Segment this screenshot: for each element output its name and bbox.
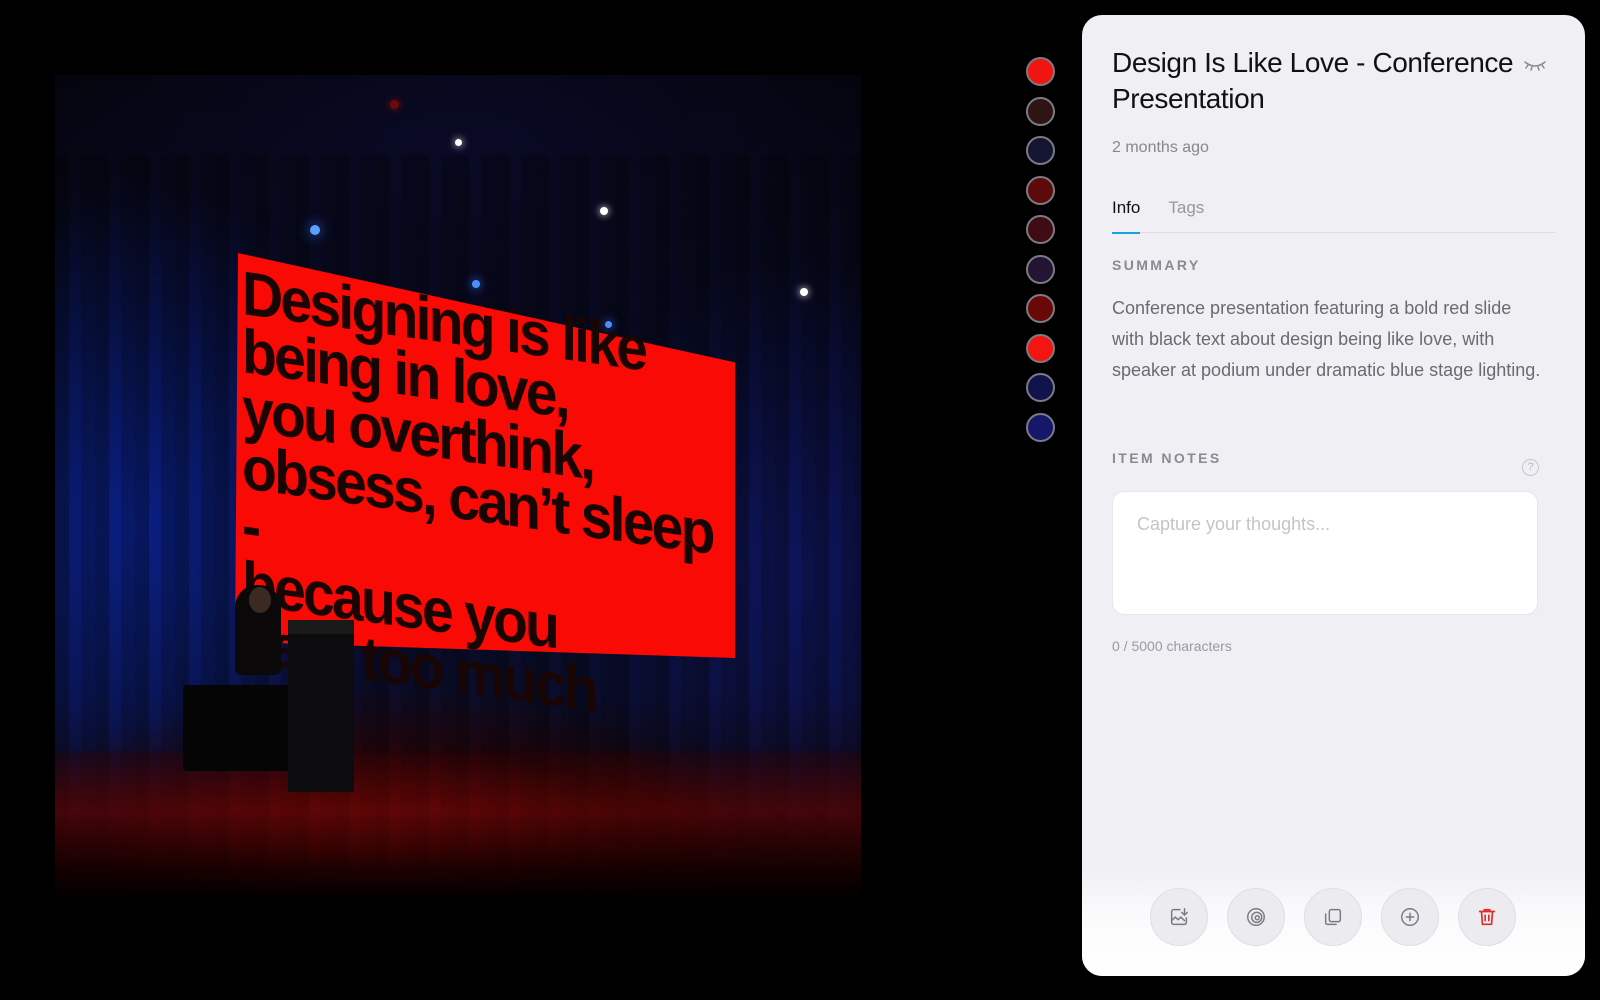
tab-info[interactable]: Info bbox=[1112, 191, 1141, 234]
stage-light bbox=[390, 100, 399, 109]
main-photo[interactable]: Designing is like being in love, you ove… bbox=[55, 75, 861, 901]
delete-button[interactable] bbox=[1458, 888, 1516, 946]
action-bar bbox=[1150, 888, 1516, 946]
spiral-icon bbox=[1247, 908, 1265, 926]
similar-button[interactable] bbox=[1227, 888, 1285, 946]
color-swatch[interactable] bbox=[1026, 294, 1055, 323]
color-swatch[interactable] bbox=[1026, 254, 1055, 284]
color-swatch[interactable] bbox=[1026, 333, 1055, 363]
stage-light bbox=[600, 207, 608, 215]
app-stage: Designing is like being in love, you ove… bbox=[0, 0, 1600, 1000]
color-swatch[interactable] bbox=[1026, 175, 1055, 205]
item-notes-input[interactable] bbox=[1112, 491, 1538, 615]
stage-floor bbox=[55, 751, 861, 901]
stage-light bbox=[455, 139, 462, 146]
stage-light bbox=[800, 288, 808, 296]
stage-light bbox=[472, 280, 480, 288]
color-swatch[interactable] bbox=[1026, 136, 1055, 165]
color-swatch[interactable] bbox=[1026, 96, 1055, 126]
side-table bbox=[183, 685, 295, 771]
tab-tags[interactable]: Tags bbox=[1168, 191, 1204, 233]
copy-button[interactable] bbox=[1304, 888, 1362, 946]
color-swatch[interactable] bbox=[1026, 373, 1055, 402]
add-circle-icon bbox=[1401, 908, 1419, 926]
hide-eye-icon[interactable] bbox=[1522, 57, 1548, 73]
summary-label: SUMMARY bbox=[1112, 257, 1201, 273]
help-icon[interactable]: ? bbox=[1522, 459, 1539, 476]
color-palette bbox=[1026, 57, 1055, 442]
copy-icon bbox=[1324, 908, 1342, 926]
stage-light bbox=[310, 225, 320, 235]
speaker-head bbox=[249, 587, 271, 613]
detail-panel: Design Is Like Love - Conference Present… bbox=[1082, 15, 1585, 976]
color-swatch[interactable] bbox=[1026, 57, 1055, 86]
download-image-button[interactable] bbox=[1150, 888, 1208, 946]
item-notes-label: ITEM NOTES bbox=[1112, 450, 1222, 466]
item-date: 2 months ago bbox=[1112, 139, 1209, 156]
color-swatch[interactable] bbox=[1026, 412, 1055, 442]
podium bbox=[288, 620, 354, 792]
trash-icon bbox=[1478, 908, 1496, 926]
download-image-icon bbox=[1170, 908, 1188, 926]
add-button[interactable] bbox=[1381, 888, 1439, 946]
tab-bar: Info Tags bbox=[1112, 191, 1556, 234]
item-title: Design Is Like Love - Conference Present… bbox=[1112, 47, 1514, 114]
summary-text: Conference presentation featuring a bold… bbox=[1112, 298, 1541, 380]
color-swatch[interactable] bbox=[1026, 215, 1055, 244]
character-counter: 0 / 5000 characters bbox=[1112, 638, 1232, 654]
